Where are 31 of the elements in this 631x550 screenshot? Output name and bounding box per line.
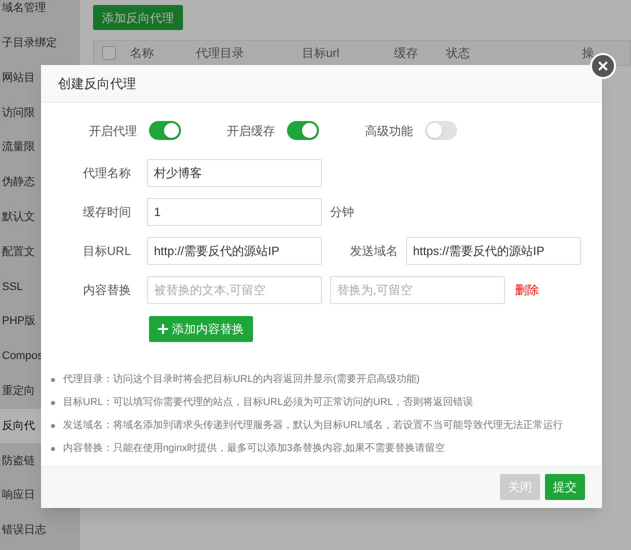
switch-label: 开启缓存 (227, 122, 276, 140)
input-field[interactable]: http://需要反代的源站IP (147, 237, 322, 265)
help-note: 代理目录：访问这个目录时将会把目标URL的内容返回并显示(需要开启高级功能) (63, 372, 420, 387)
input-field[interactable]: 1 (147, 198, 322, 226)
input-field[interactable]: https://需要反代的源站IP (406, 237, 581, 265)
column-header: 名称 (130, 45, 155, 62)
field-label: 内容替换 (82, 282, 132, 299)
switch-label: 高级功能 (365, 122, 414, 140)
column-header: 状态 (446, 45, 471, 62)
sidebar-item[interactable]: 子目录绑定 (0, 26, 80, 61)
unit-text: 分钟 (330, 204, 354, 221)
help-note: 目标URL：可以填写你需要代理的站点，目标URL必须为可正常访问的URL，否则将返回错误 (63, 396, 474, 410)
field-label: 发送域名 (349, 243, 399, 260)
field-label: 目标URL (82, 243, 132, 260)
switch-label: 开启代理 (89, 122, 138, 140)
submit-button[interactable]: 提交 (545, 474, 585, 500)
sidebar-item[interactable]: 错误日志 (0, 512, 80, 548)
column-header: 缓存 (394, 45, 419, 62)
dialog-title: 创建反向代理 (58, 74, 136, 93)
input-field[interactable]: 被替换的文本,可留空 (147, 276, 322, 304)
column-header: 代理目录 (196, 45, 245, 62)
sidebar-item[interactable]: 域名管理 (0, 0, 80, 26)
add-replace-button[interactable]: 添加内容替换 (149, 316, 253, 342)
field-label: 缓存时间 (82, 204, 132, 221)
input-field[interactable]: 村少博客 (147, 159, 322, 187)
column-header: 目标url (302, 45, 340, 62)
delete-link[interactable]: 删除 (515, 281, 539, 299)
column-header: 操 (582, 45, 595, 62)
input-field[interactable]: 替换为,可留空 (330, 276, 505, 304)
field-label: 代理名称 (82, 165, 132, 182)
help-note: 内容替换：只能在使用nginx时提供，最多可以添加3条替换内容,如果不需要替换请留空 (63, 442, 446, 456)
